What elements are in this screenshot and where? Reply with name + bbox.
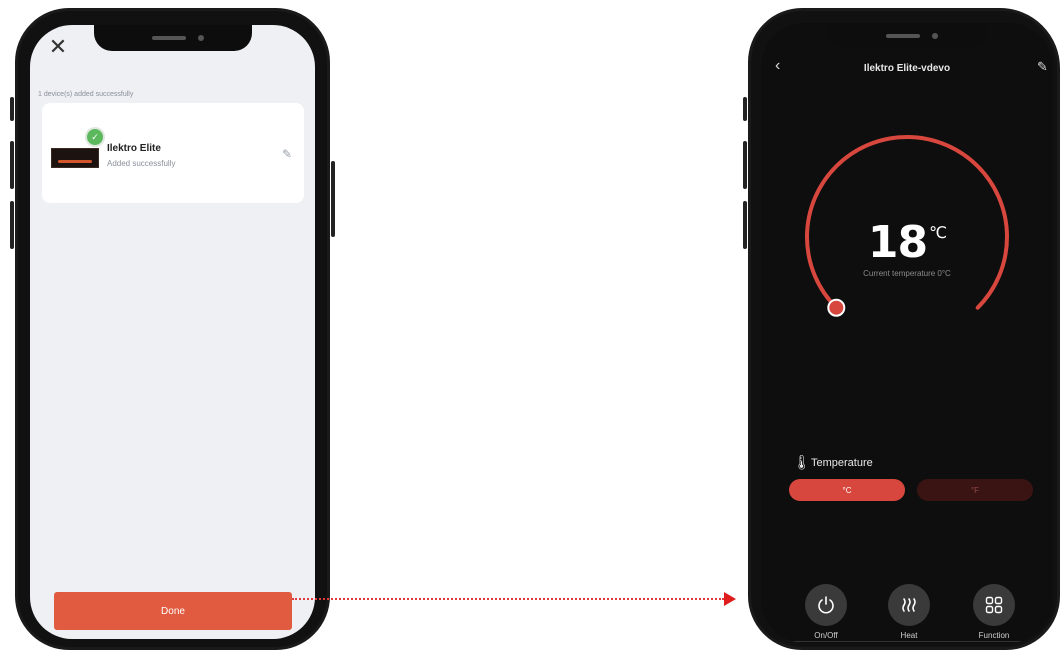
dotted-connector-line	[292, 598, 724, 600]
grid-icon	[985, 596, 1003, 614]
temperature-value: 18	[867, 217, 928, 268]
close-icon[interactable]: ✕	[48, 36, 68, 58]
right-phone-mute-switch	[743, 97, 747, 121]
temperature-dial[interactable]	[761, 23, 1053, 643]
heat-button[interactable]	[888, 584, 930, 626]
device-status: Added successfully	[107, 159, 176, 168]
right-phone-frame: ‹ Ilektro Elite-vdevo ✎ 18 ℃ Current temp…	[743, 8, 1060, 650]
right-phone-volume-down	[743, 201, 747, 249]
device-name: Ilektro Elite	[107, 143, 161, 154]
on-off-label: On/Off	[814, 631, 838, 640]
function-label: Function	[978, 631, 1010, 640]
left-phone-mute-switch	[10, 97, 14, 121]
left-phone-screen: ✕ 1 device(s) added successfully ✓ Ilekt…	[30, 25, 315, 639]
temperature-setpoint: 18 ℃	[761, 217, 1053, 268]
done-button[interactable]: Done	[54, 592, 292, 630]
temperature-unit: ℃	[929, 223, 947, 242]
edit-icon[interactable]: ✎	[282, 147, 292, 161]
fireplace-thumbnail	[51, 148, 99, 168]
unit-celsius-button[interactable]: °C	[789, 479, 905, 501]
dial-knob[interactable]	[827, 298, 846, 317]
on-off-button[interactable]	[805, 584, 847, 626]
power-icon	[818, 596, 834, 614]
left-phone-notch	[93, 25, 252, 51]
unit-fahrenheit-button[interactable]: °F	[917, 479, 1033, 501]
front-camera	[197, 35, 204, 41]
flame-icon	[58, 160, 92, 163]
left-phone-volume-down	[10, 201, 14, 249]
bottom-divider	[791, 641, 1023, 642]
heat-icon	[902, 598, 916, 612]
arrow-right-icon	[724, 592, 736, 606]
current-temperature: Current temperature 0°C	[863, 269, 951, 278]
left-phone-volume-up	[10, 141, 14, 189]
function-button[interactable]	[973, 584, 1015, 626]
left-phone-power-button	[331, 161, 335, 237]
left-phone-frame: ✕ 1 device(s) added successfully ✓ Ilekt…	[10, 8, 335, 650]
added-success-message: 1 device(s) added successfully	[38, 91, 134, 98]
device-card[interactable]: ✓ Ilektro Elite Added successfully ✎	[42, 103, 304, 203]
right-phone-volume-up	[743, 141, 747, 189]
check-icon: ✓	[85, 127, 105, 147]
thermometer-icon: 🌡︎	[793, 454, 811, 470]
speaker-grille	[151, 36, 186, 40]
heat-label: Heat	[900, 631, 918, 640]
right-phone-screen: ‹ Ilektro Elite-vdevo ✎ 18 ℃ Current temp…	[761, 23, 1053, 643]
temperature-section-label: Temperature	[811, 457, 873, 469]
